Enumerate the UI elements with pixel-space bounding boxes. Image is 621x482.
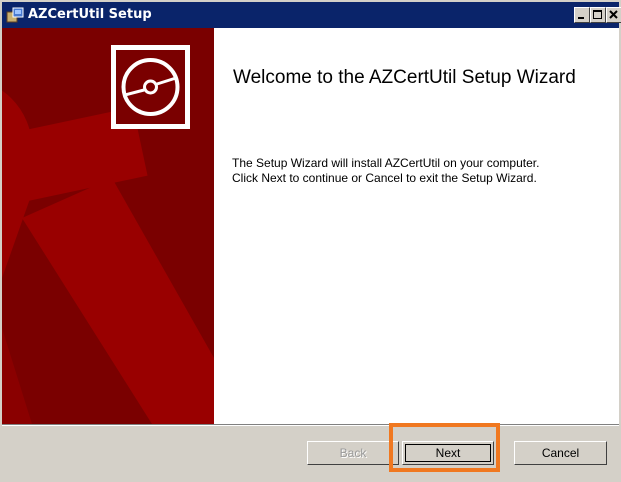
- wizard-heading: Welcome to the AZCertUtil Setup Wizard: [233, 67, 576, 88]
- maximize-icon: [593, 10, 602, 19]
- cd-disc-icon: [111, 45, 190, 129]
- installer-box-icon: [6, 7, 24, 23]
- back-button[interactable]: Back: [307, 441, 399, 465]
- cancel-button[interactable]: Cancel: [514, 441, 607, 465]
- maximize-button[interactable]: [590, 7, 606, 23]
- description-line: The Setup Wizard will install AZCertUtil…: [232, 156, 540, 170]
- wizard-content: Welcome to the AZCertUtil Setup Wizard T…: [214, 28, 619, 424]
- description-line: Click Next to continue or Cancel to exit…: [232, 171, 537, 185]
- close-icon: [609, 10, 618, 19]
- focus-rectangle: [405, 444, 491, 462]
- button-bar: Back Next Cancel: [2, 424, 619, 480]
- close-button[interactable]: [606, 7, 621, 23]
- window-title: AZCertUtil Setup: [28, 7, 152, 22]
- wizard-description: The Setup Wizard will install AZCertUtil…: [232, 156, 617, 186]
- wizard-side-banner: [2, 28, 214, 424]
- title-bar[interactable]: AZCertUtil Setup: [2, 2, 621, 28]
- minimize-button[interactable]: [574, 7, 590, 23]
- next-button[interactable]: Next: [402, 441, 494, 465]
- setup-wizard-window: AZCertUtil Setup Welcome to the AZCertUt…: [0, 0, 621, 482]
- minimize-icon: [578, 17, 584, 19]
